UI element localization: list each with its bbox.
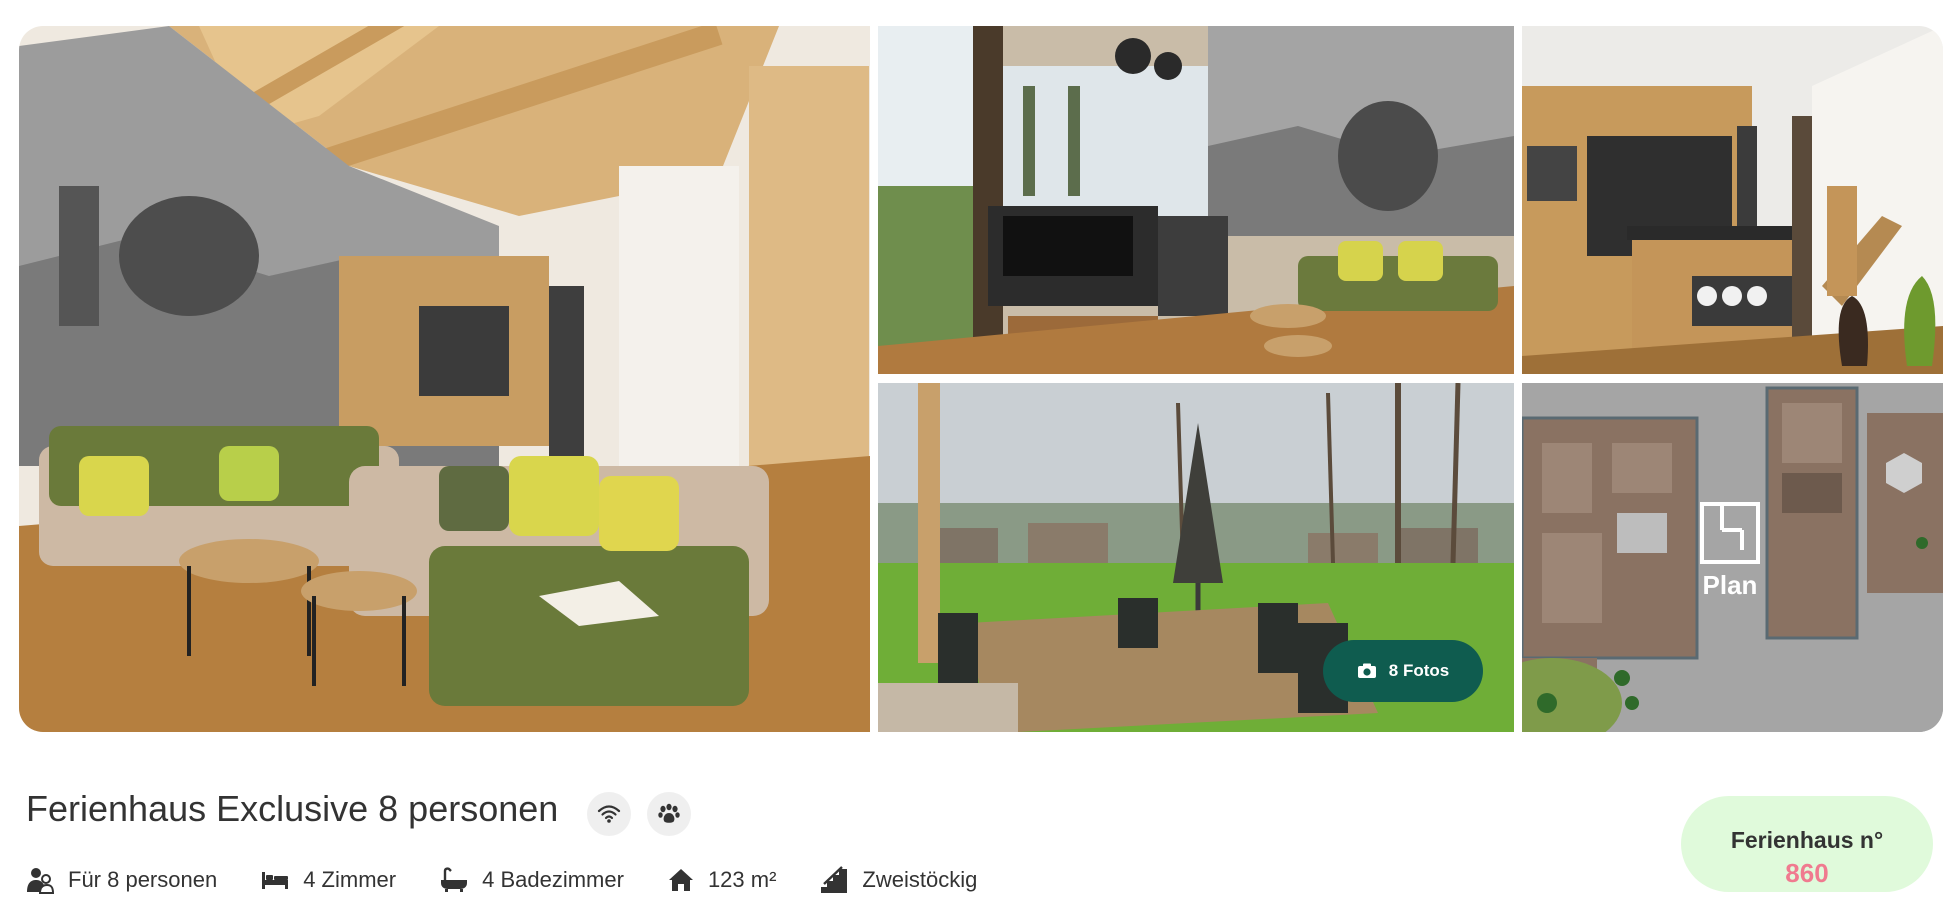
feature-rooms: 4 Zimmer xyxy=(261,867,396,893)
feature-bathrooms: 4 Badezimmer xyxy=(440,867,624,893)
photos-button[interactable]: 8 Fotos xyxy=(1323,640,1483,702)
pets-amenity-badge[interactable] xyxy=(647,792,691,836)
feature-area-label: 123 m² xyxy=(707,867,777,892)
floor-plan-icon xyxy=(1700,502,1760,564)
persons-icon xyxy=(27,868,54,894)
feature-list: Für 8 personen 4 Zimmer 4 Badezimmer 123… xyxy=(26,866,1021,894)
floor-plan-overlay[interactable]: Plan xyxy=(1680,490,1780,610)
bathtub-icon xyxy=(441,867,468,892)
photo-tv-corner[interactable] xyxy=(878,26,1514,374)
photos-button-label: 8 Fotos xyxy=(1388,661,1450,680)
photo-gallery xyxy=(19,26,1943,732)
feature-floors: Zweistöckig xyxy=(820,866,977,894)
floor-plan-label: Plan xyxy=(1702,570,1758,600)
house-number-value: 860 xyxy=(1785,858,1829,888)
photo-kitchen[interactable] xyxy=(1522,26,1943,374)
feature-area: 123 m² xyxy=(668,867,776,893)
wifi-icon xyxy=(597,805,621,823)
stairs-icon xyxy=(821,866,848,893)
listing-title: Ferienhaus Exclusive 8 personen xyxy=(26,788,559,829)
house-number-label: Ferienhaus n° xyxy=(1730,827,1884,853)
pet-paw-icon xyxy=(658,803,680,823)
feature-floors-label: Zweistöckig xyxy=(862,867,978,892)
camera-icon xyxy=(1357,663,1376,678)
feature-persons-label: Für 8 personen xyxy=(68,867,218,892)
bed-icon xyxy=(262,872,289,889)
house-number-badge: Ferienhaus n° 860 xyxy=(1681,796,1933,892)
house-icon xyxy=(668,869,693,891)
feature-rooms-label: 4 Zimmer xyxy=(303,867,397,892)
wifi-amenity-badge[interactable] xyxy=(587,792,631,836)
feature-persons: Für 8 personen xyxy=(26,866,217,894)
photo-living-room[interactable] xyxy=(19,26,870,732)
feature-bathrooms-label: 4 Badezimmer xyxy=(482,867,624,892)
